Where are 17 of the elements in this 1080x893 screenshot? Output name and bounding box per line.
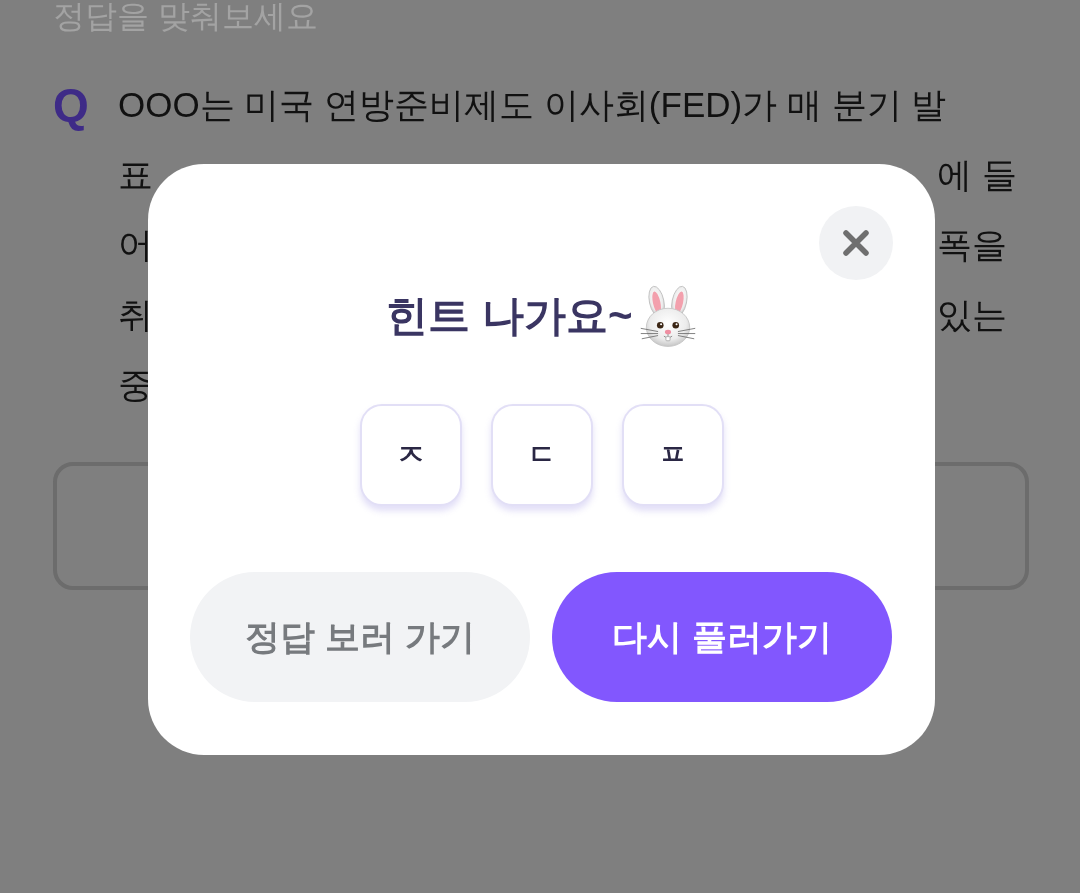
dialog-title: 힌트 나가요~ bbox=[386, 291, 633, 341]
question-text: 에 들 bbox=[937, 154, 1017, 196]
question-text: 있는 bbox=[937, 294, 1007, 336]
question-marker: Q bbox=[53, 78, 89, 133]
hint-tile: ㄷ bbox=[490, 404, 593, 506]
question-text: OOO는 미국 연방준비제도 이사회(FED)가 매 분기 발 bbox=[118, 84, 947, 126]
hint-tile: ㅍ bbox=[621, 404, 724, 506]
question-text: 중 bbox=[118, 364, 153, 406]
close-icon bbox=[843, 230, 869, 256]
hint-tile: ㅈ bbox=[359, 404, 462, 506]
question-text: 표 bbox=[118, 154, 153, 196]
retry-button[interactable]: 다시 풀러가기 bbox=[552, 572, 892, 702]
question-text: 어 bbox=[118, 224, 153, 266]
rabbit-face-icon bbox=[638, 284, 697, 348]
view-answer-button[interactable]: 정답 보러 가기 bbox=[190, 572, 530, 702]
question-text: 폭을 bbox=[937, 224, 1007, 266]
question-text: 취 bbox=[118, 294, 153, 336]
